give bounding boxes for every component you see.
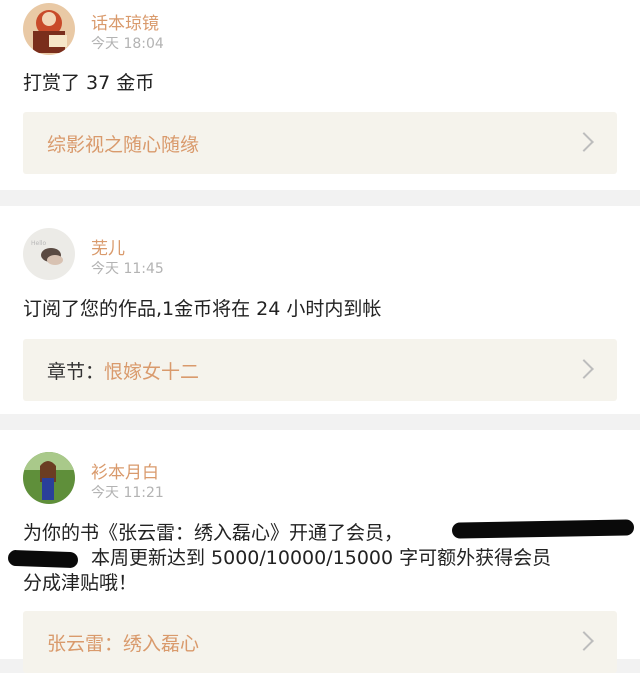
link-title: 恨嫁女十二 [104,361,200,383]
work-link[interactable]: 综影视之随心随缘 [23,112,617,174]
redaction-mark [451,519,635,539]
work-link[interactable]: 张云雷：绣入磊心 [23,611,617,673]
svg-text:Hello: Hello [31,240,47,247]
timestamp: 今天 18:04 [91,36,164,52]
chapter-link[interactable]: 章节：恨嫁女十二 [23,339,617,401]
notification-feed: 话本琼镜 今天 18:04 打赏了 37 金币 综影视之随心随缘 Hello 芜… [0,0,640,673]
link-title: 综影视之随心随缘 [47,134,200,156]
notification-card: 衫本月白 今天 11:21 为你的书《张云雷：绣入磊心》开通了会员， 本周更新达… [0,430,640,673]
chevron-right-icon [574,359,594,379]
link-title: 张云雷：绣入磊心 [47,633,200,655]
avatar[interactable]: Hello [23,228,75,280]
message-line: 本周更新达到 5000/10000/15000 字可额外获得会员 [91,547,552,569]
timestamp: 今天 11:21 [91,485,164,501]
notification-message: 订阅了您的作品,1金币将在 24 小时内到帐 [23,298,382,320]
link-prefix: 章节： [47,361,105,383]
username[interactable]: 芜儿 [91,234,125,259]
username[interactable]: 话本琼镜 [91,9,159,34]
notification-card: 话本琼镜 今天 18:04 打赏了 37 金币 综影视之随心随缘 [0,0,640,190]
avatar[interactable] [23,452,75,504]
avatar[interactable] [23,3,75,55]
username[interactable]: 衫本月白 [91,458,159,483]
work-link-text: 张云雷：绣入磊心 [47,629,199,656]
timestamp: 今天 11:45 [91,261,164,277]
work-link-text: 综影视之随心随缘 [47,130,199,157]
notification-message: 打赏了 37 金币 [23,72,155,94]
chevron-right-icon [574,132,594,152]
notification-card: Hello 芜儿 今天 11:45 订阅了您的作品,1金币将在 24 小时内到帐… [0,206,640,414]
redaction-mark [7,549,79,569]
message-line: 分成津贴哦！ [23,572,138,594]
chapter-link-text: 章节：恨嫁女十二 [47,357,199,384]
chevron-right-icon [574,631,594,651]
